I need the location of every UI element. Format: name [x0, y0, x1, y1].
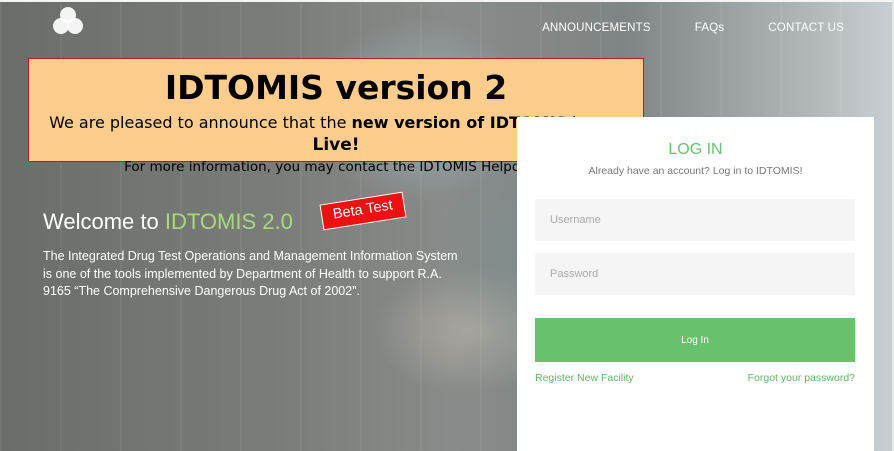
banner-message-pre: We are pleased to announce that the — [49, 113, 352, 132]
welcome-prefix: Welcome to — [43, 209, 165, 234]
nav-faqs[interactable]: FAQs — [695, 22, 725, 34]
banner-title: IDTOMIS version 2 — [164, 68, 508, 107]
welcome-app-name: IDTOMIS 2.0 — [164, 209, 293, 234]
login-card: LOG IN Already have an account? Log in t… — [517, 117, 874, 451]
login-subtitle: Already have an account? Log in to IDTOM… — [588, 165, 803, 177]
top-nav: ANNOUNCEMENTS FAQs CONTACT US — [542, 22, 844, 34]
nav-announcements[interactable]: ANNOUNCEMENTS — [542, 22, 651, 34]
register-facility-link[interactable]: Register New Facility — [535, 372, 634, 384]
login-button[interactable]: Log In — [535, 318, 855, 362]
banner-live-text: Live! — [312, 135, 360, 155]
three-circles-logo[interactable] — [52, 6, 84, 36]
nav-contact-us[interactable]: CONTACT US — [768, 22, 844, 34]
top-border — [0, 0, 894, 2]
forgot-password-link[interactable]: Forgot your password? — [748, 372, 855, 384]
username-input[interactable] — [535, 199, 855, 241]
password-input[interactable] — [535, 253, 855, 295]
welcome-description: The Integrated Drug Test Operations and … — [43, 249, 458, 298]
login-title: LOG IN — [668, 141, 723, 158]
welcome-heading: Welcome to IDTOMIS 2.0 — [43, 209, 293, 235]
login-page: ANNOUNCEMENTS FAQs CONTACT US IDTOMIS ve… — [0, 0, 894, 451]
